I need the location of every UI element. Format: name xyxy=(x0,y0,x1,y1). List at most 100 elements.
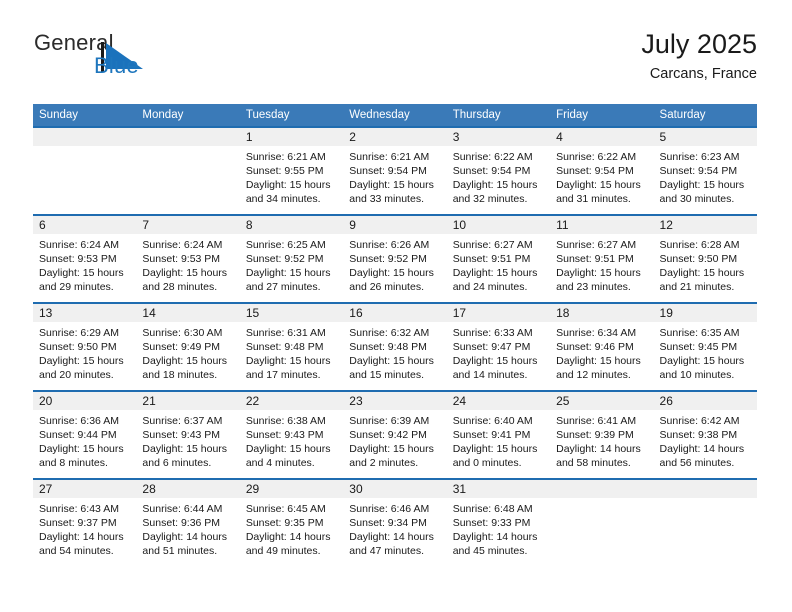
day-cell[interactable]: 8 Sunrise: 6:25 AM Sunset: 9:52 PM Dayli… xyxy=(239,216,344,302)
day-number-band: 2 xyxy=(343,128,447,146)
sunset-text: Sunset: 9:54 PM xyxy=(452,165,531,177)
day-cell[interactable]: 13 Sunrise: 6:29 AM Sunset: 9:50 PM Dayl… xyxy=(33,304,137,390)
weekday-header-thursday: Thursday xyxy=(452,109,501,121)
day-cell[interactable]: 19 Sunrise: 6:35 AM Sunset: 9:45 PM Dayl… xyxy=(653,304,757,390)
day-cell[interactable] xyxy=(136,128,240,214)
day-cell[interactable]: 15 Sunrise: 6:31 AM Sunset: 9:48 PM Dayl… xyxy=(239,304,344,390)
day-number: 25 xyxy=(556,394,570,408)
day-details: Sunrise: 6:43 AM Sunset: 9:37 PM Dayligh… xyxy=(33,498,136,558)
day-cell[interactable]: 10 Sunrise: 6:27 AM Sunset: 9:51 PM Dayl… xyxy=(446,216,551,302)
day-number: 8 xyxy=(245,218,253,232)
day-number: 22 xyxy=(245,394,260,408)
day-cell[interactable]: 3 Sunrise: 6:22 AM Sunset: 9:54 PM Dayli… xyxy=(446,128,551,214)
day-number-band: 6 xyxy=(33,216,137,234)
daylight-text-line1: Daylight: 14 hours xyxy=(245,531,331,543)
day-cell[interactable]: 16 Sunrise: 6:32 AM Sunset: 9:48 PM Dayl… xyxy=(343,304,447,390)
sunrise-text: Sunrise: 6:32 AM xyxy=(349,327,430,339)
sunrise-text: Sunrise: 6:34 AM xyxy=(556,327,637,339)
daylight-text-line1: Daylight: 14 hours xyxy=(659,443,745,455)
sunrise-text: Sunrise: 6:40 AM xyxy=(452,415,533,427)
day-cell[interactable]: 23 Sunrise: 6:39 AM Sunset: 9:42 PM Dayl… xyxy=(343,392,447,478)
day-cell[interactable]: 21 Sunrise: 6:37 AM Sunset: 9:43 PM Dayl… xyxy=(136,392,240,478)
day-cell[interactable] xyxy=(550,480,654,566)
day-cell[interactable]: 28 Sunrise: 6:44 AM Sunset: 9:36 PM Dayl… xyxy=(136,480,240,566)
day-cell[interactable]: 25 Sunrise: 6:41 AM Sunset: 9:39 PM Dayl… xyxy=(550,392,654,478)
day-details: Sunrise: 6:39 AM Sunset: 9:42 PM Dayligh… xyxy=(343,410,446,470)
sunrise-text: Sunrise: 6:39 AM xyxy=(349,415,430,427)
calendar-page: General Blue July 2025 Carcans, France S… xyxy=(0,0,792,612)
day-number-band: 3 xyxy=(446,128,551,146)
day-cell[interactable]: 4 Sunrise: 6:22 AM Sunset: 9:54 PM Dayli… xyxy=(550,128,654,214)
day-number: 7 xyxy=(142,218,150,232)
daylight-text-line2: and 51 minutes. xyxy=(142,545,218,557)
day-cell[interactable]: 20 Sunrise: 6:36 AM Sunset: 9:44 PM Dayl… xyxy=(33,392,137,478)
day-cell[interactable]: 7 Sunrise: 6:24 AM Sunset: 9:53 PM Dayli… xyxy=(136,216,240,302)
day-number-band xyxy=(550,480,654,498)
day-details: Sunrise: 6:42 AM Sunset: 9:38 PM Dayligh… xyxy=(654,410,757,470)
sunrise-text: Sunrise: 6:35 AM xyxy=(659,327,740,339)
sunset-text: Sunset: 9:33 PM xyxy=(452,517,531,529)
day-details: Sunrise: 6:40 AM Sunset: 9:41 PM Dayligh… xyxy=(447,410,550,470)
sunset-text: Sunset: 9:43 PM xyxy=(245,429,324,441)
day-cell[interactable]: 22 Sunrise: 6:38 AM Sunset: 9:43 PM Dayl… xyxy=(239,392,344,478)
day-cell[interactable]: 12 Sunrise: 6:28 AM Sunset: 9:50 PM Dayl… xyxy=(653,216,757,302)
day-cell[interactable]: 6 Sunrise: 6:24 AM Sunset: 9:53 PM Dayli… xyxy=(33,216,137,302)
day-number: 13 xyxy=(39,306,53,320)
day-number-band: 25 xyxy=(550,392,654,410)
brand-logo[interactable]: General Blue xyxy=(33,28,293,88)
sunset-text: Sunset: 9:54 PM xyxy=(659,165,738,177)
brand-name-blue: Blue xyxy=(94,53,139,78)
daylight-text-line1: Daylight: 15 hours xyxy=(142,267,228,279)
day-cell[interactable]: 29 Sunrise: 6:45 AM Sunset: 9:35 PM Dayl… xyxy=(239,480,344,566)
day-number: 11 xyxy=(556,218,569,232)
day-cell[interactable]: 17 Sunrise: 6:33 AM Sunset: 9:47 PM Dayl… xyxy=(446,304,551,390)
day-details: Sunrise: 6:23 AM Sunset: 9:54 PM Dayligh… xyxy=(654,146,757,206)
daylight-text-line1: Daylight: 15 hours xyxy=(39,443,124,455)
day-details: Sunrise: 6:32 AM Sunset: 9:48 PM Dayligh… xyxy=(343,322,446,382)
day-cell[interactable]: 27 Sunrise: 6:43 AM Sunset: 9:37 PM Dayl… xyxy=(33,480,137,566)
sunrise-text: Sunrise: 6:24 AM xyxy=(39,239,119,251)
day-number: 23 xyxy=(349,394,363,408)
day-cell[interactable]: 31 Sunrise: 6:48 AM Sunset: 9:33 PM Dayl… xyxy=(446,480,551,566)
day-cell[interactable]: 30 Sunrise: 6:46 AM Sunset: 9:34 PM Dayl… xyxy=(343,480,447,566)
day-cell[interactable]: 2 Sunrise: 6:21 AM Sunset: 9:54 PM Dayli… xyxy=(343,128,447,214)
day-details: Sunrise: 6:24 AM Sunset: 9:53 PM Dayligh… xyxy=(33,234,136,294)
sunset-text: Sunset: 9:54 PM xyxy=(349,165,427,177)
weekday-header-wednesday: Wednesday xyxy=(349,109,410,121)
day-cell[interactable] xyxy=(653,480,757,566)
daylight-text-line2: and 47 minutes. xyxy=(349,545,424,557)
day-number-band: 16 xyxy=(343,304,447,322)
day-cell[interactable]: 14 Sunrise: 6:30 AM Sunset: 9:49 PM Dayl… xyxy=(136,304,240,390)
daylight-text-line1: Daylight: 15 hours xyxy=(349,355,434,367)
day-cell[interactable]: 5 Sunrise: 6:23 AM Sunset: 9:54 PM Dayli… xyxy=(653,128,757,214)
sunrise-text: Sunrise: 6:26 AM xyxy=(349,239,430,251)
page-subtitle-location: Carcans, France xyxy=(649,66,757,82)
day-number-band: 18 xyxy=(550,304,654,322)
daylight-text-line1: Daylight: 15 hours xyxy=(659,179,745,191)
sunset-text: Sunset: 9:44 PM xyxy=(39,429,117,441)
day-number-band: 24 xyxy=(446,392,551,410)
day-cell[interactable]: 18 Sunrise: 6:34 AM Sunset: 9:46 PM Dayl… xyxy=(550,304,654,390)
daylight-text-line1: Daylight: 15 hours xyxy=(39,355,124,367)
sunset-text: Sunset: 9:52 PM xyxy=(245,253,324,265)
daylight-text-line1: Daylight: 15 hours xyxy=(142,443,228,455)
daylight-text-line1: Daylight: 15 hours xyxy=(452,355,538,367)
day-details: Sunrise: 6:35 AM Sunset: 9:45 PM Dayligh… xyxy=(654,322,757,382)
day-cell[interactable]: 11 Sunrise: 6:27 AM Sunset: 9:51 PM Dayl… xyxy=(550,216,654,302)
day-details: Sunrise: 6:21 AM Sunset: 9:54 PM Dayligh… xyxy=(343,146,446,206)
day-cell[interactable] xyxy=(33,128,137,214)
daylight-text-line2: and 23 minutes. xyxy=(556,281,631,293)
day-cell[interactable]: 1 Sunrise: 6:21 AM Sunset: 9:55 PM Dayli… xyxy=(239,128,344,214)
sunset-text: Sunset: 9:48 PM xyxy=(245,341,324,353)
week-row: 13 Sunrise: 6:29 AM Sunset: 9:50 PM Dayl… xyxy=(33,302,757,390)
day-cell[interactable]: 9 Sunrise: 6:26 AM Sunset: 9:52 PM Dayli… xyxy=(343,216,447,302)
day-details: Sunrise: 6:48 AM Sunset: 9:33 PM Dayligh… xyxy=(447,498,550,558)
sunrise-text: Sunrise: 6:27 AM xyxy=(452,239,533,251)
sunrise-text: Sunrise: 6:30 AM xyxy=(142,327,223,339)
day-number: 15 xyxy=(245,306,260,320)
daylight-text-line1: Daylight: 15 hours xyxy=(659,267,745,279)
sunrise-text: Sunrise: 6:37 AM xyxy=(142,415,223,427)
day-details: Sunrise: 6:22 AM Sunset: 9:54 PM Dayligh… xyxy=(447,146,550,206)
day-cell[interactable]: 24 Sunrise: 6:40 AM Sunset: 9:41 PM Dayl… xyxy=(446,392,551,478)
day-cell[interactable]: 26 Sunrise: 6:42 AM Sunset: 9:38 PM Dayl… xyxy=(653,392,757,478)
